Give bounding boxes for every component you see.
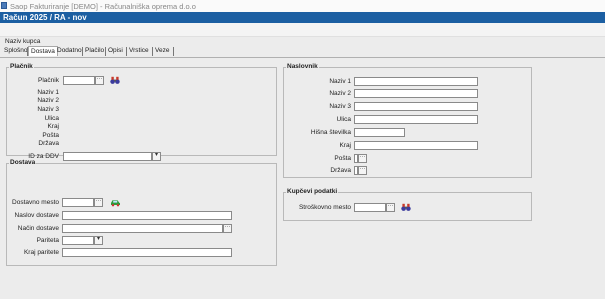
naslovnik-posta-browse-button[interactable]: ···: [358, 154, 367, 163]
dostavno-mesto-browse-button[interactable]: ···: [94, 198, 103, 207]
ddv-dropdown-button[interactable]: ▾: [152, 152, 161, 161]
dostavno-mesto-input[interactable]: [62, 198, 94, 207]
placnik-ulica-label: Ulica: [44, 115, 59, 122]
binoculars-icon[interactable]: [110, 76, 120, 85]
tab-separator: [173, 47, 174, 56]
naslovnik-naziv3-input[interactable]: [354, 102, 478, 111]
placnik-browse-button[interactable]: ···: [95, 76, 104, 85]
tab-placilo[interactable]: Plačilo: [83, 46, 106, 56]
tab-underline: [0, 57, 605, 58]
naslovnik-ulica-input[interactable]: [354, 115, 478, 124]
placnik-label: Plačnik: [38, 77, 59, 84]
customer-name-label: Naziv kupca: [5, 38, 41, 45]
document-header: Račun 2025 / RA - nov: [0, 12, 605, 23]
header-spacer: [0, 23, 605, 37]
tab-dostava[interactable]: Dostava: [28, 46, 58, 56]
window-title-bar: Saop Fakturiranje [DEMO] - Računalniška …: [0, 0, 605, 12]
naslov-dostave-input[interactable]: [62, 211, 232, 220]
placnik-naziv2-label: Naziv 2: [37, 97, 59, 104]
kraj-paritete-input[interactable]: [62, 248, 232, 257]
app-icon: [1, 2, 7, 9]
naslovnik-ulica-label: Ulica: [336, 116, 351, 123]
placnik-naziv1-label: Naziv 1: [37, 89, 59, 96]
pariteta-label: Pariteta: [36, 237, 59, 244]
tab-splosno[interactable]: Splošno: [2, 46, 30, 56]
pariteta-dropdown-button[interactable]: ▾: [94, 236, 103, 245]
naslovnik-naziv1-label: Naziv 1: [329, 78, 351, 85]
naslovnik-naziv2-label: Naziv 2: [329, 90, 351, 97]
naslovnik-kraj-input[interactable]: [354, 141, 478, 150]
naslovnik-legend: Naslovnik: [286, 63, 319, 71]
window-title: Saop Fakturiranje [DEMO] - Računalniška …: [10, 2, 196, 11]
naslovnik-drzava-label: Država: [330, 167, 351, 174]
binoculars-icon[interactable]: [401, 203, 411, 212]
placnik-legend: Plačnik: [9, 63, 34, 71]
delivery-car-icon[interactable]: [110, 198, 121, 207]
strosk-mesto-input[interactable]: [354, 203, 386, 212]
kraj-paritete-label: Kraj paritete: [23, 249, 59, 256]
document-title: Račun 2025 / RA - nov: [3, 13, 87, 22]
placnik-posta-label: Pošta: [42, 132, 59, 139]
naslovnik-naziv2-input[interactable]: [354, 89, 478, 98]
naslovnik-drzava-browse-button[interactable]: ···: [358, 166, 367, 175]
naslovnik-posta-label: Pošta: [334, 155, 351, 162]
dostava-legend: Dostava: [9, 159, 37, 167]
placnik-kraj-label: Kraj: [47, 123, 59, 130]
naslovnik-naziv1-input[interactable]: [354, 77, 478, 86]
tab-veze[interactable]: Veze: [153, 46, 171, 56]
nacin-dostave-label: Način dostave: [17, 225, 59, 232]
nacin-dostave-browse-button[interactable]: ···: [223, 224, 232, 233]
pariteta-select[interactable]: [62, 236, 94, 245]
tab-vrstice[interactable]: Vrstice: [127, 46, 151, 56]
naslov-dostave-label: Naslov dostave: [14, 212, 59, 219]
naslovnik-kraj-label: Kraj: [339, 142, 351, 149]
naslovnik-hisna-input[interactable]: [354, 128, 405, 137]
nacin-dostave-input[interactable]: [62, 224, 223, 233]
placnik-naziv3-label: Naziv 3: [37, 106, 59, 113]
strosk-mesto-browse-button[interactable]: ···: [386, 203, 395, 212]
naslovnik-hisna-label: Hišna številka: [310, 129, 351, 136]
tab-dodatno[interactable]: Dodatno: [55, 46, 84, 56]
strosk-mesto-label: Stroškovno mesto: [298, 204, 351, 211]
placnik-drzava-label: Država: [38, 140, 59, 147]
dostavno-mesto-label: Dostavno mesto: [12, 199, 59, 206]
placnik-input[interactable]: [63, 76, 95, 85]
ddv-select[interactable]: [63, 152, 152, 161]
naslovnik-naziv3-label: Naziv 3: [329, 103, 351, 110]
kupcevi-legend: Kupčevi podatki: [286, 188, 339, 196]
tab-opisi[interactable]: Opisi: [106, 46, 125, 56]
